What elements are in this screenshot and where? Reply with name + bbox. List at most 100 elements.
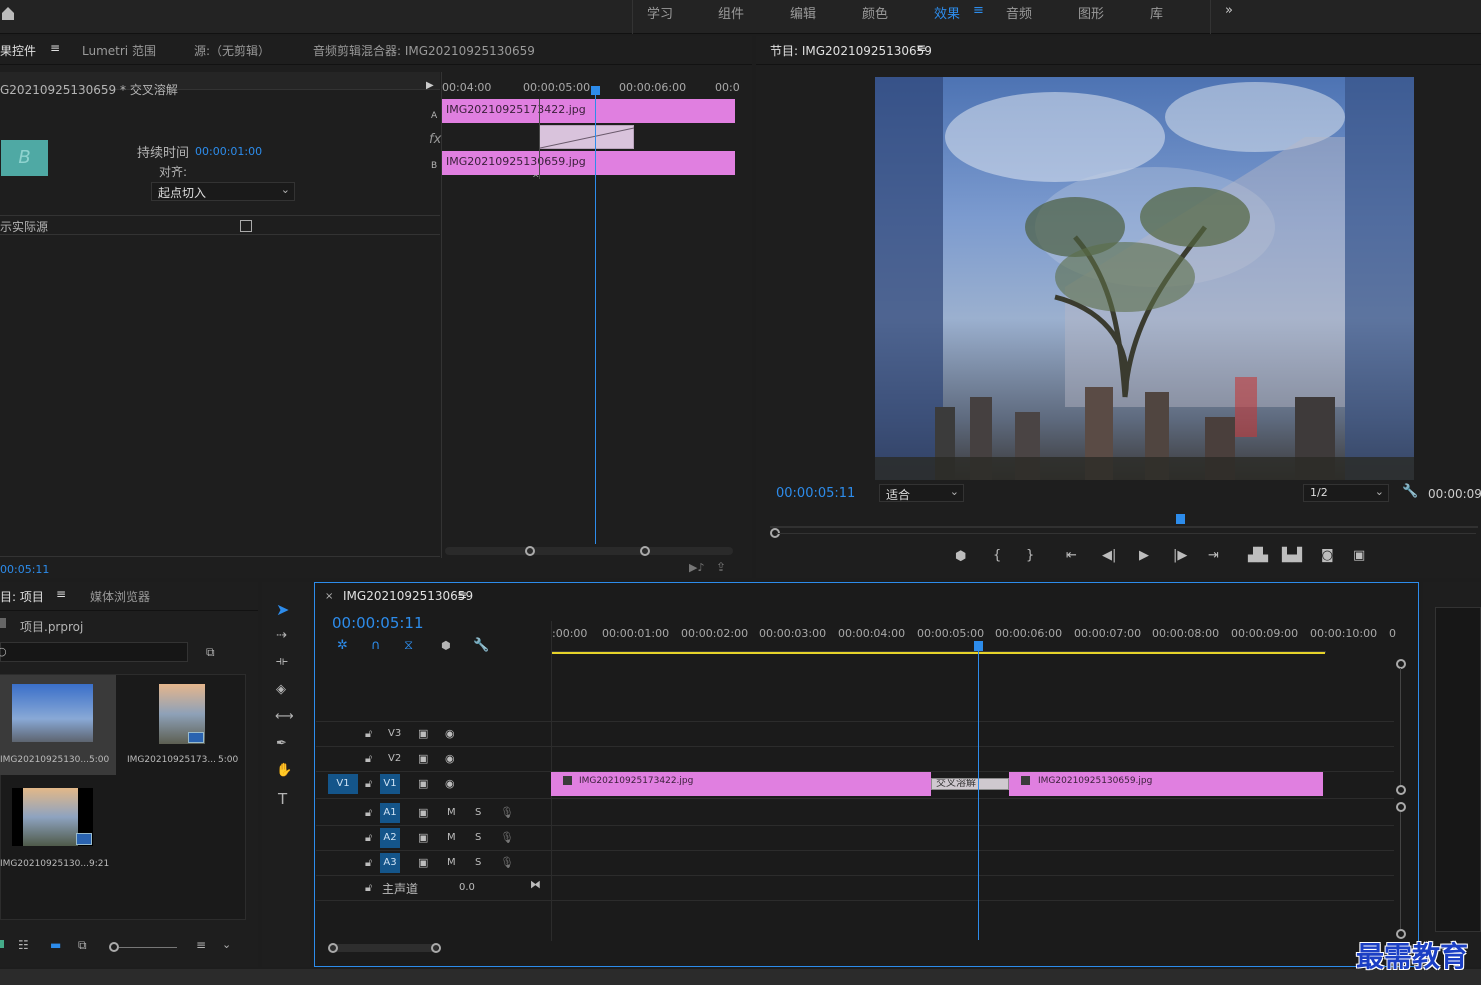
eye-icon[interactable]: ◉: [445, 727, 455, 740]
resolution-select[interactable]: 1/2 ⌄: [1303, 484, 1389, 502]
playhead-handle[interactable]: [591, 86, 600, 95]
mute-button[interactable]: M: [447, 807, 456, 818]
play-icon[interactable]: ▶: [1139, 548, 1149, 563]
video-scroll-top-handle[interactable]: [1396, 659, 1406, 669]
transition-block[interactable]: [539, 125, 635, 149]
lock-icon[interactable]: 🔓︎: [365, 831, 372, 845]
timeline-playhead[interactable]: [978, 648, 979, 940]
sync-lock-icon[interactable]: ▣: [418, 856, 428, 869]
step-forward-icon[interactable]: |▶: [1173, 548, 1187, 563]
solo-button[interactable]: S: [475, 832, 481, 843]
go-to-out-icon[interactable]: ⇥: [1208, 548, 1219, 563]
workspace-effects[interactable]: 效果: [934, 3, 960, 22]
chevron-double-right-icon[interactable]: »: [1225, 3, 1233, 18]
project-item[interactable]: IMG20210925173... 5:00: [122, 675, 244, 775]
freeform-view-icon[interactable]: ⧉: [78, 938, 87, 953]
eye-icon[interactable]: ◉: [445, 777, 455, 790]
type-tool-icon[interactable]: T: [278, 790, 287, 808]
menu-icon[interactable]: ≡: [56, 587, 66, 601]
v1-clip-2[interactable]: IMG20210925130659.jpg: [1009, 772, 1323, 796]
sync-lock-icon[interactable]: ▣: [418, 727, 428, 740]
sync-lock-icon[interactable]: ▣: [418, 777, 428, 790]
go-to-in-icon[interactable]: ⇤: [1066, 548, 1077, 563]
timeline-h-scrollbar[interactable]: [330, 944, 438, 952]
clip-b[interactable]: IMG20210925130659.jpg: [442, 151, 735, 175]
project-item[interactable]: IMG20210925130... 9:21: [0, 779, 116, 879]
fit-select[interactable]: 适合 ⌄: [879, 484, 964, 502]
lock-icon[interactable]: 🔓︎: [365, 856, 372, 870]
timeline-playhead-handle[interactable]: [974, 641, 983, 651]
lock-icon[interactable]: 🔓︎: [365, 752, 372, 766]
program-playhead[interactable]: [1176, 514, 1185, 524]
scroll-handle-left[interactable]: [525, 546, 535, 556]
camera-icon[interactable]: ◙: [1321, 548, 1334, 563]
extract-icon[interactable]: ▙▟: [1282, 548, 1302, 563]
menu-icon[interactable]: ≡: [50, 41, 60, 55]
effect-controls-timecode[interactable]: 00:05:11: [0, 563, 49, 576]
video-scroll-bottom-handle[interactable]: [1396, 785, 1406, 795]
master-volume[interactable]: 0.0: [459, 882, 475, 893]
track-target-a2[interactable]: A2: [380, 828, 400, 848]
track-select-tool-icon[interactable]: ⇢: [276, 628, 287, 643]
workspace-editing[interactable]: 编辑: [790, 3, 816, 22]
hand-tool-icon[interactable]: ✋: [276, 763, 292, 778]
nest-icon[interactable]: ✲: [337, 638, 348, 653]
workspace-learn[interactable]: 学习: [647, 3, 673, 22]
export-icon[interactable]: ⇪: [716, 560, 726, 574]
close-icon[interactable]: ×: [325, 591, 333, 602]
menu-icon[interactable]: ≡: [457, 588, 467, 602]
video-scrollbar[interactable]: [1400, 668, 1401, 786]
tab-lumetri-scopes[interactable]: Lumetri 范围: [82, 42, 156, 59]
audio-scroll-top-handle[interactable]: [1396, 802, 1406, 812]
play-transition-icon[interactable]: ▶: [426, 80, 434, 91]
h-scroll-left-handle[interactable]: [328, 943, 338, 953]
sequence-tab[interactable]: IMG20210925130659: [343, 589, 473, 603]
solo-button[interactable]: S: [475, 807, 481, 818]
clip-a[interactable]: IMG20210925173422.jpg: [442, 99, 735, 123]
go-to-end-icon[interactable]: ⧓: [530, 878, 541, 891]
play-audio-icon[interactable]: ▶♪: [689, 561, 704, 574]
project-item[interactable]: IMG20210925130... 5:00: [0, 675, 116, 775]
track-target-a3[interactable]: A3: [380, 853, 400, 873]
tab-source[interactable]: 源:（无剪辑）: [194, 42, 270, 59]
program-scrubber[interactable]: [770, 514, 1478, 534]
audio-scrollbar[interactable]: [1400, 812, 1401, 930]
track-target-a1[interactable]: A1: [380, 803, 400, 823]
workspace-audio[interactable]: 音频: [1006, 3, 1032, 22]
mic-icon[interactable]: 🎙︎: [500, 806, 514, 819]
menu-icon[interactable]: ≡: [916, 41, 926, 55]
work-area-bar[interactable]: [552, 652, 1325, 654]
comparison-view-icon[interactable]: ▣: [1353, 548, 1365, 563]
mic-icon[interactable]: 🎙︎: [500, 856, 514, 869]
tab-effect-controls[interactable]: 果控件: [0, 42, 36, 59]
selection-tool-icon[interactable]: ➤: [276, 600, 289, 619]
v1-transition[interactable]: 交叉溶解: [931, 778, 1009, 790]
workspace-libraries[interactable]: 库: [1150, 3, 1163, 22]
snap-icon[interactable]: ∩: [371, 638, 381, 653]
zoom-slider-handle[interactable]: [109, 942, 119, 952]
mark-in-icon[interactable]: {: [993, 548, 1001, 563]
icon-view-icon[interactable]: ▬: [50, 938, 61, 952]
playhead[interactable]: [595, 86, 596, 544]
workspace-graphics[interactable]: 图形: [1078, 3, 1104, 22]
razor-tool-icon[interactable]: ◈: [276, 682, 286, 697]
new-search-bin-icon[interactable]: ⧉: [206, 645, 215, 660]
zoom-scrollbar[interactable]: [445, 547, 733, 555]
sort-icon[interactable]: ≡: [196, 938, 206, 952]
track-target-v1[interactable]: V1: [380, 774, 400, 794]
lock-icon[interactable]: 🔓︎: [365, 881, 372, 895]
menu-icon[interactable]: ≡: [973, 3, 984, 18]
mic-icon[interactable]: 🎙︎: [500, 831, 514, 844]
tab-media-browser[interactable]: 媒体浏览器: [90, 588, 150, 605]
project-search-input[interactable]: ○: [0, 642, 188, 662]
wrench-icon[interactable]: 🔧: [473, 638, 489, 653]
chevron-down-icon[interactable]: ⌄: [222, 938, 231, 951]
timeline-ruler[interactable]: [552, 639, 1326, 653]
program-timecode[interactable]: 00:00:05:11: [776, 486, 855, 501]
slip-tool-icon[interactable]: ⟷: [275, 709, 294, 724]
add-marker-icon[interactable]: ⬢: [955, 549, 966, 564]
sync-lock-icon[interactable]: ▣: [418, 806, 428, 819]
tab-project[interactable]: 目: 项目: [0, 588, 44, 605]
v1-clip-1[interactable]: IMG20210925173422.jpg: [551, 772, 931, 796]
zoom-slider[interactable]: [119, 947, 177, 948]
